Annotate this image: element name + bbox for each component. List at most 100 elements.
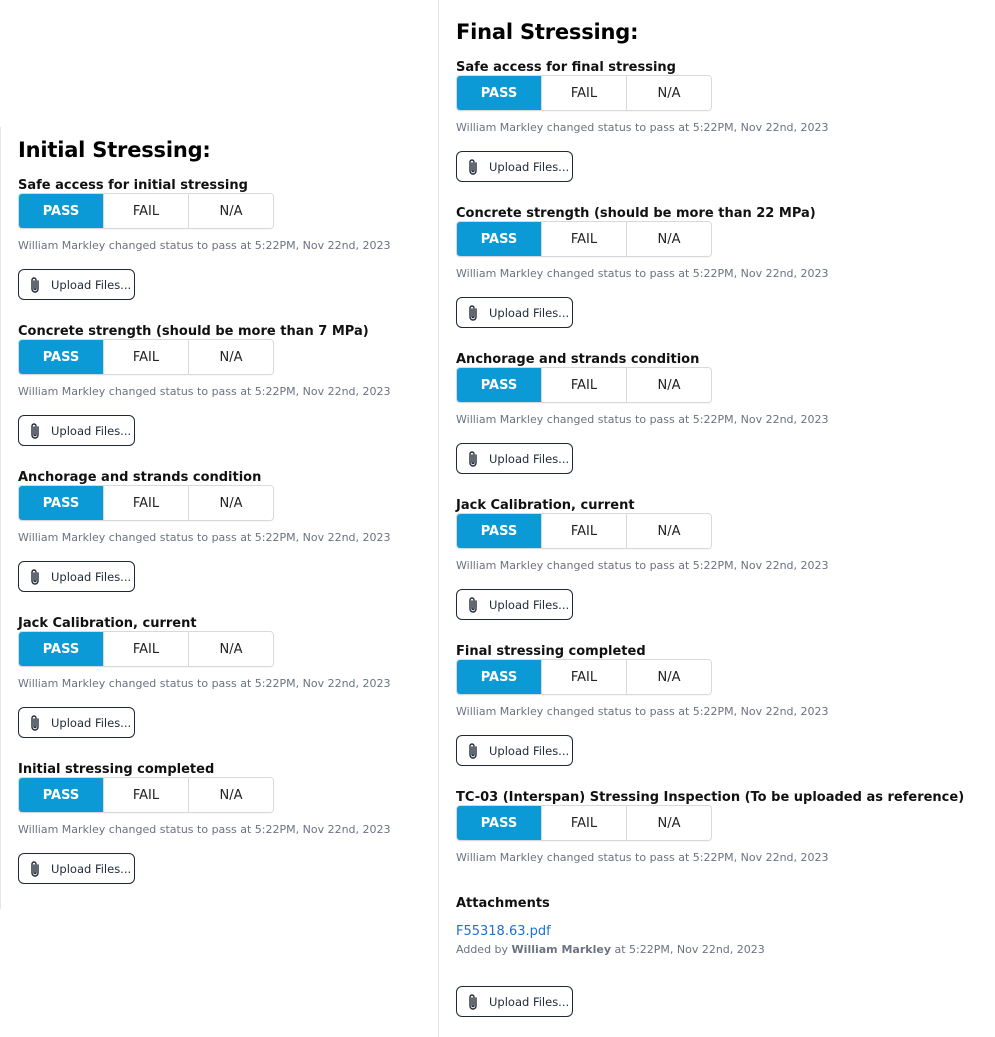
upload-files-label: Upload Files...	[51, 861, 132, 876]
final-item-5: Final stressing completed PASS FAIL N/A …	[456, 643, 976, 766]
na-option[interactable]: N/A	[188, 486, 273, 520]
na-option[interactable]: N/A	[626, 76, 711, 110]
upload-files-button[interactable]: Upload Files...	[18, 269, 135, 300]
paperclip-icon	[469, 596, 477, 613]
pass-option[interactable]: PASS	[19, 194, 103, 228]
paperclip-icon	[469, 158, 477, 175]
upload-files-label: Upload Files...	[489, 994, 570, 1009]
status-toggle-group: PASS FAIL N/A	[456, 75, 712, 111]
added-by-user: William Markley	[511, 943, 611, 956]
final-stressing-title: Final Stressing:	[456, 20, 639, 44]
status-toggle-group: PASS FAIL N/A	[456, 805, 712, 841]
attachment-file-link[interactable]: F55318.63.pdf	[456, 924, 551, 939]
final-stressing-section: Final Stressing: Safe access for final s…	[438, 0, 995, 1037]
pass-option[interactable]: PASS	[457, 806, 541, 840]
fail-option[interactable]: FAIL	[541, 76, 626, 110]
na-option[interactable]: N/A	[188, 194, 273, 228]
status-toggle-group: PASS FAIL N/A	[456, 221, 712, 257]
status-toggle-group: PASS FAIL N/A	[456, 659, 712, 695]
final-item-3: Anchorage and strands condition PASS FAI…	[456, 351, 976, 474]
fail-option[interactable]: FAIL	[541, 368, 626, 402]
pass-option[interactable]: PASS	[19, 340, 103, 374]
added-by-prefix: Added by	[456, 943, 509, 956]
paperclip-icon	[31, 714, 39, 731]
paperclip-icon	[31, 422, 39, 439]
pass-option[interactable]: PASS	[19, 632, 103, 666]
added-by-time: at 5:22PM, Nov 22nd, 2023	[614, 943, 765, 956]
status-toggle-group: PASS FAIL N/A	[18, 339, 274, 375]
fail-option[interactable]: FAIL	[541, 222, 626, 256]
na-option[interactable]: N/A	[626, 514, 711, 548]
status-history: William Markley changed status to pass a…	[456, 267, 829, 280]
paperclip-icon	[469, 450, 477, 467]
initial-stressing-section: Initial Stressing: Safe access for initi…	[0, 127, 421, 909]
upload-files-label: Upload Files...	[51, 277, 132, 292]
fail-option[interactable]: FAIL	[103, 778, 188, 812]
upload-files-button[interactable]: Upload Files...	[18, 415, 135, 446]
status-toggle-group: PASS FAIL N/A	[456, 513, 712, 549]
pass-option[interactable]: PASS	[457, 76, 541, 110]
status-toggle-group: PASS FAIL N/A	[456, 367, 712, 403]
fail-option[interactable]: FAIL	[541, 806, 626, 840]
status-history: William Markley changed status to pass a…	[456, 121, 829, 134]
upload-files-label: Upload Files...	[51, 569, 132, 584]
upload-files-label: Upload Files...	[489, 159, 570, 174]
initial-stressing-title: Initial Stressing:	[18, 138, 211, 162]
paperclip-icon	[469, 304, 477, 321]
final-item-2: Concrete strength (should be more than 2…	[456, 205, 976, 328]
na-option[interactable]: N/A	[626, 368, 711, 402]
na-option[interactable]: N/A	[188, 340, 273, 374]
pass-option[interactable]: PASS	[457, 368, 541, 402]
upload-files-button[interactable]: Upload Files...	[18, 561, 135, 592]
na-option[interactable]: N/A	[626, 222, 711, 256]
status-toggle-group: PASS FAIL N/A	[18, 485, 274, 521]
upload-files-label: Upload Files...	[51, 423, 132, 438]
status-history: William Markley changed status to pass a…	[18, 239, 391, 252]
na-option[interactable]: N/A	[188, 632, 273, 666]
fail-option[interactable]: FAIL	[103, 194, 188, 228]
upload-files-button[interactable]: Upload Files...	[18, 707, 135, 738]
fail-option[interactable]: FAIL	[103, 632, 188, 666]
upload-files-label: Upload Files...	[489, 597, 570, 612]
status-history: William Markley changed status to pass a…	[18, 531, 391, 544]
final-item-1: Safe access for final stressing PASS FAI…	[456, 59, 976, 182]
fail-option[interactable]: FAIL	[103, 340, 188, 374]
pass-option[interactable]: PASS	[457, 222, 541, 256]
upload-files-button[interactable]: Upload Files...	[456, 297, 573, 328]
upload-files-button[interactable]: Upload Files...	[456, 443, 573, 474]
fail-option[interactable]: FAIL	[541, 514, 626, 548]
pass-option[interactable]: PASS	[19, 486, 103, 520]
status-history: William Markley changed status to pass a…	[18, 677, 391, 690]
upload-files-label: Upload Files...	[489, 451, 570, 466]
attachments-heading: Attachments	[456, 896, 550, 911]
pass-option[interactable]: PASS	[19, 778, 103, 812]
paperclip-icon	[31, 276, 39, 293]
na-option[interactable]: N/A	[188, 778, 273, 812]
fail-option[interactable]: FAIL	[541, 660, 626, 694]
upload-files-button[interactable]: Upload Files...	[456, 986, 573, 1017]
upload-files-label: Upload Files...	[51, 715, 132, 730]
status-history: William Markley changed status to pass a…	[456, 705, 829, 718]
upload-files-label: Upload Files...	[489, 305, 570, 320]
fail-option[interactable]: FAIL	[103, 486, 188, 520]
status-history: William Markley changed status to pass a…	[18, 823, 391, 836]
na-option[interactable]: N/A	[626, 660, 711, 694]
final-item-4: Jack Calibration, current PASS FAIL N/A …	[456, 497, 976, 620]
status-toggle-group: PASS FAIL N/A	[18, 193, 274, 229]
status-history: William Markley changed status to pass a…	[456, 413, 829, 426]
attachment-added-by: Added by William Markley at 5:22PM, Nov …	[456, 943, 765, 956]
na-option[interactable]: N/A	[626, 806, 711, 840]
paperclip-icon	[469, 993, 477, 1010]
pass-option[interactable]: PASS	[457, 660, 541, 694]
final-item-6: TC-03 (Interspan) Stressing Inspection (…	[456, 789, 976, 864]
upload-files-button[interactable]: Upload Files...	[456, 589, 573, 620]
status-history: William Markley changed status to pass a…	[18, 385, 391, 398]
upload-files-button[interactable]: Upload Files...	[456, 735, 573, 766]
pass-option[interactable]: PASS	[457, 514, 541, 548]
upload-files-button[interactable]: Upload Files...	[456, 151, 573, 182]
upload-files-label: Upload Files...	[489, 743, 570, 758]
status-toggle-group: PASS FAIL N/A	[18, 631, 274, 667]
status-history: William Markley changed status to pass a…	[456, 559, 829, 572]
upload-files-button[interactable]: Upload Files...	[18, 853, 135, 884]
paperclip-icon	[31, 568, 39, 585]
